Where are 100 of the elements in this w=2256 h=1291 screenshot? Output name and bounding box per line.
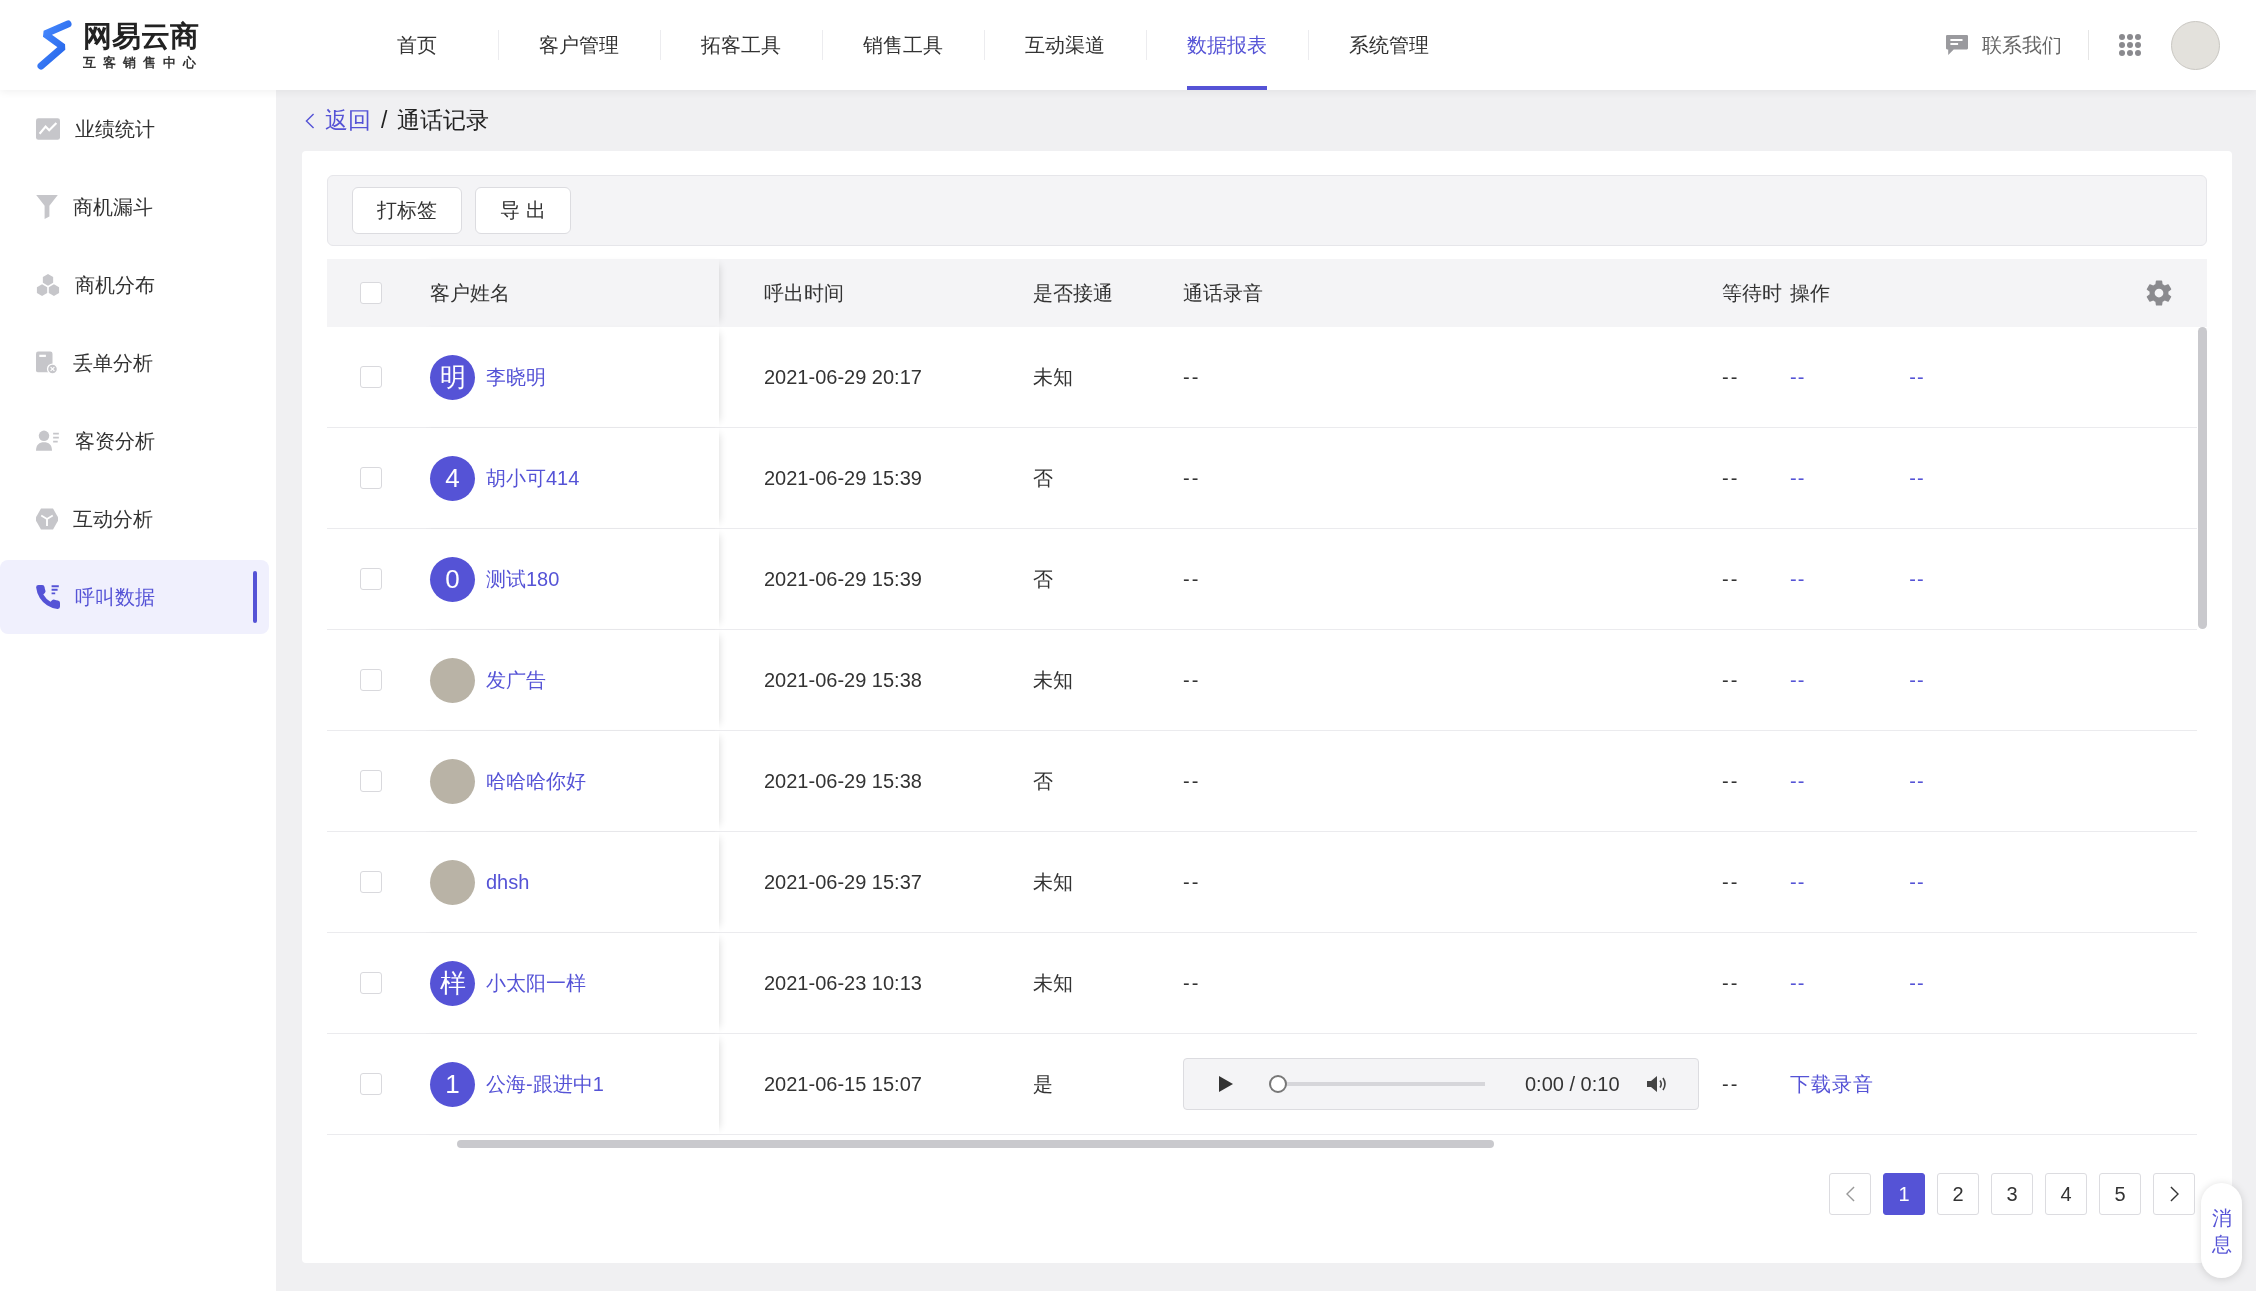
table-cell-text: 2021-06-15 15:07 <box>763 1071 923 1097</box>
table-cell-text: 2021-06-23 10:13 <box>763 970 923 996</box>
action-link[interactable]: -- <box>1790 567 1806 591</box>
checkbox[interactable] <box>360 1073 382 1095</box>
sidebar-item[interactable]: 呼叫数据 <box>0 560 269 634</box>
sidebar-item[interactable]: 客资分析 <box>0 404 269 478</box>
sidebar-item[interactable]: 业绩统计 <box>0 92 269 166</box>
action-link[interactable]: -- <box>1790 668 1806 692</box>
action-link[interactable]: -- <box>1909 466 1925 490</box>
customer-name-link[interactable]: 李晓明 <box>486 363 546 391</box>
action-link[interactable]: -- <box>1790 971 1806 995</box>
toolbar-button[interactable]: 打标签 <box>352 187 462 234</box>
table-cell-text: -- <box>1721 970 1741 996</box>
checkbox[interactable] <box>360 669 382 691</box>
photo-placeholder <box>430 657 475 703</box>
action-link[interactable]: -- <box>1909 668 1925 692</box>
action-link[interactable]: -- <box>1909 870 1925 894</box>
page-button[interactable]: 4 <box>2045 1173 2087 1215</box>
checkbox[interactable] <box>360 568 382 590</box>
table-cell-text: 是 <box>1032 1071 1054 1097</box>
sidebar-item[interactable]: 商机漏斗 <box>0 170 269 244</box>
contact-link[interactable]: 联系我们 <box>1946 31 2062 59</box>
checkbox[interactable] <box>360 366 382 388</box>
customer-name-link[interactable]: 胡小可414 <box>486 464 580 492</box>
next-page-button[interactable] <box>2153 1173 2195 1215</box>
page-button[interactable]: 1 <box>1883 1173 1925 1215</box>
letter-avatar: 4 <box>430 455 475 501</box>
table-cell-text: -- <box>1721 566 1741 592</box>
customer-name-link[interactable]: 哈哈哈你好 <box>486 767 586 795</box>
toolbar-button[interactable]: 导 出 <box>475 187 571 234</box>
nav-tab[interactable]: 销售工具 <box>863 0 943 90</box>
table-cell-text: 否 <box>1032 465 1054 491</box>
table-cell-text: 未知 <box>1032 364 1074 390</box>
message-button[interactable]: 消息 <box>2201 1183 2242 1278</box>
checkbox[interactable] <box>360 871 382 893</box>
sidebar-item[interactable]: 商机分布 <box>0 248 269 322</box>
customer-name-link[interactable]: 发广告 <box>486 666 546 694</box>
horizontal-scrollbar[interactable] <box>457 1140 1494 1148</box>
table-cell-text: -- <box>1182 869 1202 895</box>
table-cell-text: 未知 <box>1032 869 1074 895</box>
checkbox[interactable] <box>360 972 382 994</box>
table-cell-text: -- <box>1182 465 1202 491</box>
logo-title: 网易云商 <box>83 19 200 52</box>
table-cell-text: 2021-06-29 15:39 <box>763 566 923 592</box>
logo-subtitle: 互客销售中心 <box>83 54 203 71</box>
table-cell-text: -- <box>1721 1071 1741 1097</box>
column-header: 客户姓名 <box>430 280 510 306</box>
table-cell-text: -- <box>1721 364 1741 390</box>
action-link[interactable]: -- <box>1909 971 1925 995</box>
table-cell-text: -- <box>1182 768 1202 794</box>
customer-name-link[interactable]: dhsh <box>486 870 530 894</box>
previous-page-button[interactable] <box>1829 1173 1871 1215</box>
action-link[interactable]: -- <box>1790 870 1806 894</box>
nav-tab[interactable]: 首页 <box>397 0 437 90</box>
nav-tab[interactable]: 客户管理 <box>539 0 619 90</box>
table-cell-text: -- <box>1721 869 1741 895</box>
breadcrumb-current: 通话记录 <box>397 106 490 135</box>
letter-avatar: 明 <box>430 354 475 400</box>
checkbox[interactable] <box>360 282 382 304</box>
checkbox[interactable] <box>360 770 382 792</box>
seek-thumb[interactable] <box>1269 1075 1287 1093</box>
table-cell-text: -- <box>1721 768 1741 794</box>
table-cell-text: 未知 <box>1032 667 1074 693</box>
nav-tab[interactable]: 数据报表 <box>1187 0 1267 90</box>
vertical-scrollbar[interactable] <box>2198 327 2207 629</box>
sidebar-item[interactable]: 互动分析 <box>0 482 269 556</box>
user-avatar[interactable] <box>2171 20 2220 70</box>
nav-tab[interactable]: 系统管理 <box>1349 0 1429 90</box>
table-cell-text: 否 <box>1032 768 1054 794</box>
action-link[interactable]: -- <box>1909 365 1925 389</box>
customer-name-link[interactable]: 公海-跟进中1 <box>486 1070 604 1098</box>
document-cross-icon <box>36 351 58 375</box>
action-link[interactable]: -- <box>1790 365 1806 389</box>
phone-icon <box>36 585 60 609</box>
table-cell-text: -- <box>1721 465 1741 491</box>
table-cell-text: -- <box>1721 667 1741 693</box>
checkbox[interactable] <box>360 467 382 489</box>
nav-tab[interactable]: 互动渠道 <box>1025 0 1105 90</box>
sidebar-item[interactable]: 丢单分析 <box>0 326 269 400</box>
page-button[interactable]: 3 <box>1991 1173 2033 1215</box>
action-link[interactable]: -- <box>1790 466 1806 490</box>
funnel-icon <box>36 195 58 219</box>
column-header: 是否接通 <box>1032 280 1114 306</box>
action-link[interactable]: -- <box>1909 769 1925 793</box>
nav-tab[interactable]: 拓客工具 <box>701 0 781 90</box>
app-grid-icon[interactable] <box>2119 34 2141 56</box>
action-link[interactable]: -- <box>1909 567 1925 591</box>
chevron-right-icon <box>2169 1186 2179 1202</box>
back-link[interactable]: 返回 <box>302 105 371 136</box>
page-button[interactable]: 2 <box>1937 1173 1979 1215</box>
photo-placeholder <box>430 758 475 804</box>
volume-icon[interactable] <box>1645 1074 1668 1094</box>
action-link[interactable]: 下载录音 <box>1790 1070 1874 1098</box>
action-link[interactable]: -- <box>1790 769 1806 793</box>
page-button[interactable]: 5 <box>2099 1173 2141 1215</box>
column-header: 呼出时间 <box>763 280 845 306</box>
play-icon[interactable] <box>1219 1076 1233 1092</box>
settings-icon[interactable] <box>2145 279 2173 307</box>
customer-name-link[interactable]: 测试180 <box>486 565 560 593</box>
customer-name-link[interactable]: 小太阳一样 <box>486 969 586 997</box>
